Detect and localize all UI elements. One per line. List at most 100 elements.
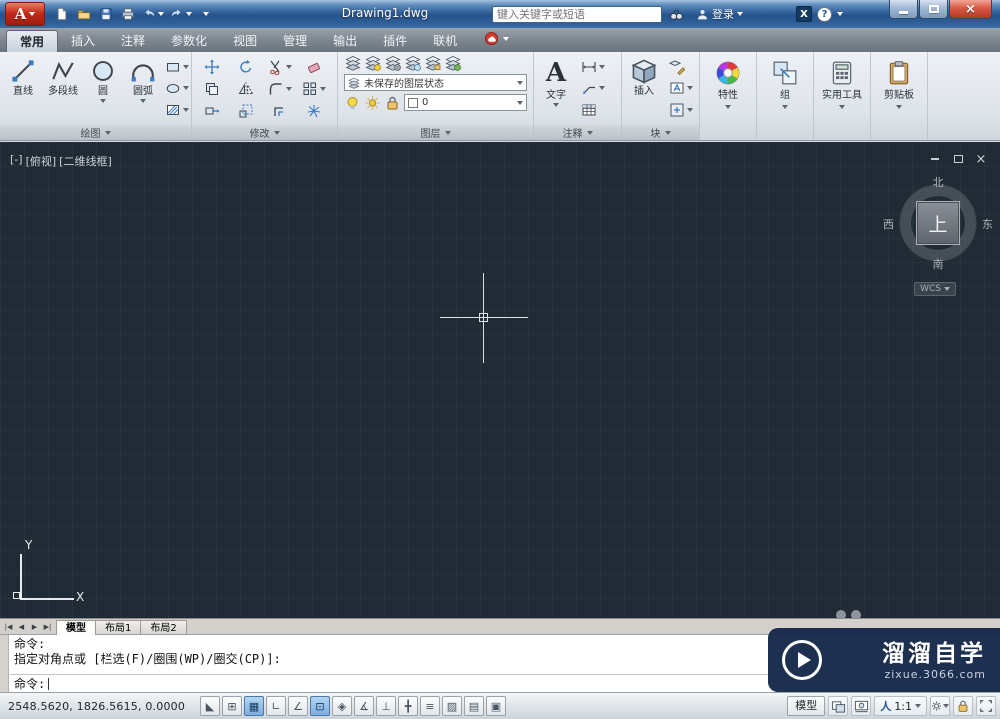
fillet-button[interactable] (266, 80, 294, 98)
ortho-mode-toggle[interactable]: ∟ (266, 696, 286, 716)
ellipse-button[interactable] (163, 79, 191, 97)
first-tab-button[interactable]: |◀ (2, 620, 15, 634)
search-input[interactable] (492, 5, 662, 23)
plot-button[interactable] (118, 4, 138, 24)
online-services[interactable] (484, 28, 510, 52)
transparency-toggle[interactable]: ▨ (442, 696, 462, 716)
3d-object-snap-toggle[interactable]: ◈ (332, 696, 352, 716)
workspace-switching-button[interactable] (930, 696, 950, 716)
quick-view-drawings-button[interactable] (851, 696, 872, 716)
ribbon-tab-insert[interactable]: 插入 (58, 30, 108, 52)
ribbon-tab-parametric[interactable]: 参数化 (158, 30, 220, 52)
define-attributes-button[interactable] (667, 79, 695, 97)
utilities-panel-button[interactable]: 实用工具 (814, 52, 870, 140)
layer-lock-button[interactable] (424, 55, 441, 71)
ribbon-tab-annotate[interactable]: 注释 (108, 30, 158, 52)
viewcube[interactable]: 北 南 西 东 上 (883, 174, 993, 272)
dynamic-ucs-toggle[interactable]: ⊥ (376, 696, 396, 716)
layout-tab-layout2[interactable]: 布局2 (140, 619, 187, 635)
hatch-button[interactable] (163, 101, 191, 119)
rotate-button[interactable] (236, 58, 256, 76)
viewcube-north[interactable]: 北 (890, 174, 986, 190)
layer-isolate-button[interactable] (384, 55, 401, 71)
redo-button[interactable] (168, 4, 194, 24)
object-snap-toggle[interactable]: ⊡ (310, 696, 330, 716)
application-menu-button[interactable]: A (5, 2, 45, 26)
polar-tracking-toggle[interactable]: ∠ (288, 696, 308, 716)
block-editor-button[interactable] (667, 101, 695, 119)
stretch-button[interactable] (202, 102, 222, 120)
new-file-button[interactable] (52, 4, 72, 24)
rectangle-button[interactable] (163, 58, 191, 76)
viewcube-south[interactable]: 南 (890, 256, 986, 272)
table-button[interactable] (579, 101, 607, 119)
array-button[interactable] (300, 80, 328, 98)
trim-button[interactable] (266, 58, 294, 76)
grid-display-toggle[interactable]: ▦ (244, 696, 264, 716)
infer-constraints-toggle[interactable]: ◣ (200, 696, 220, 716)
layer-match-button[interactable] (444, 55, 461, 71)
visual-style-control[interactable]: [二维线框] (59, 153, 112, 169)
drawing-viewport[interactable]: [-] [俯视] [二维线框] × 北 南 西 东 上 WCS Y X (0, 142, 1000, 618)
help-button[interactable]: ? (817, 6, 832, 22)
dynamic-input-toggle[interactable]: ╋ (398, 696, 418, 716)
layer-off-button[interactable] (364, 55, 381, 71)
layout-tab-layout1[interactable]: 布局1 (95, 619, 142, 635)
modify-panel-label[interactable]: 修改 (192, 125, 337, 140)
maximize-button[interactable] (919, 0, 948, 19)
offset-button[interactable] (270, 102, 290, 120)
ribbon-tab-home[interactable]: 常用 (6, 30, 59, 52)
last-tab-button[interactable]: ▶| (41, 620, 54, 634)
clipboard-panel-button[interactable]: 剪贴板 (871, 52, 927, 140)
model-space-button[interactable]: 模型 (787, 696, 826, 716)
quick-view-layouts-button[interactable] (828, 696, 849, 716)
clean-screen-button[interactable] (976, 696, 996, 716)
undo-button[interactable] (140, 4, 166, 24)
command-window-grip[interactable] (0, 635, 9, 692)
multileader-button[interactable] (579, 79, 607, 97)
ribbon-tab-manage[interactable]: 管理 (270, 30, 320, 52)
ribbon-tab-online[interactable]: 联机 (420, 30, 470, 52)
arc-button[interactable]: 圆弧 (123, 54, 163, 123)
search-button[interactable] (667, 6, 685, 23)
text-button[interactable]: A 文字 (537, 54, 575, 123)
polyline-button[interactable]: 多段线 (43, 54, 83, 123)
ribbon-tab-output[interactable]: 输出 (320, 30, 370, 52)
mirror-button[interactable] (236, 80, 256, 98)
viewcube-west[interactable]: 西 (883, 216, 894, 232)
circle-button[interactable]: 圆 (83, 54, 123, 123)
insert-block-button[interactable]: 插入 (625, 54, 663, 123)
viewport-close-button[interactable]: × (974, 152, 988, 167)
layer-freeze-button[interactable] (404, 55, 421, 71)
explode-button[interactable] (304, 102, 324, 120)
sign-in-button[interactable]: 登录 (696, 6, 743, 22)
wcs-dropdown[interactable]: WCS (914, 282, 956, 296)
layer-unlock-icon[interactable] (384, 95, 401, 111)
viewport-menu-control[interactable]: [-] (10, 153, 23, 169)
open-file-button[interactable] (74, 4, 94, 24)
viewcube-east[interactable]: 东 (982, 216, 993, 232)
layer-thaw-icon[interactable] (364, 95, 381, 111)
dimension-button[interactable] (579, 58, 607, 76)
customize-quick-access-button[interactable] (196, 4, 216, 24)
move-button[interactable] (202, 58, 222, 76)
erase-button[interactable] (304, 58, 324, 76)
groups-panel-button[interactable]: 组 (757, 52, 813, 140)
close-button[interactable]: × (949, 0, 992, 19)
edit-block-button[interactable] (667, 58, 695, 76)
line-button[interactable]: 直线 (3, 54, 43, 123)
draw-panel-label[interactable]: 绘图 (0, 125, 191, 140)
ribbon-tab-plugins[interactable]: 插件 (370, 30, 420, 52)
annotation-panel-label[interactable]: 注释 (534, 125, 621, 140)
previous-tab-button[interactable]: ◀ (15, 620, 28, 634)
layout-tab-model[interactable]: 模型 (56, 619, 96, 635)
viewcube-top-face[interactable]: 上 (916, 201, 960, 245)
viewport-minimize-button[interactable] (928, 152, 942, 166)
view-control[interactable]: [俯视] (26, 153, 57, 169)
coordinate-display[interactable]: 2548.5620, 1826.5615, 0.0000 (8, 700, 196, 713)
minimize-button[interactable] (889, 0, 918, 19)
layers-panel-label[interactable]: 图层 (338, 125, 533, 140)
save-button[interactable] (96, 4, 116, 24)
quick-properties-toggle[interactable]: ▤ (464, 696, 484, 716)
snap-mode-toggle[interactable]: ⊞ (222, 696, 242, 716)
